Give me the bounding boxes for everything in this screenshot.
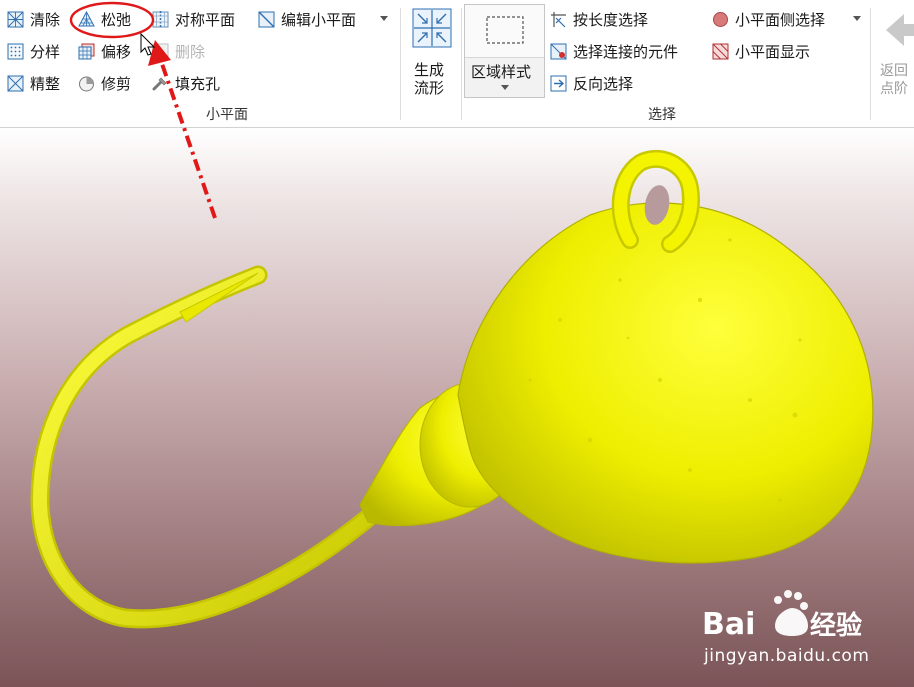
fill-hole-icon (152, 77, 167, 90)
relax-button[interactable]: 松弛 (78, 6, 131, 32)
delete-button[interactable]: 删除 (152, 38, 205, 64)
watermark-url: jingyan.baidu.com (704, 646, 870, 666)
group-separator (870, 8, 871, 120)
hook-shaft (30, 265, 385, 629)
relax-icon (78, 10, 95, 26)
facet-side-select-label: 小平面侧选择 (735, 10, 826, 29)
facet-display-icon (712, 43, 729, 59)
watermark-brand: Bai (702, 607, 755, 642)
watermark-brand-cn: 经验 (810, 610, 862, 641)
facet-display-button[interactable]: 小平面显示 (712, 38, 810, 64)
fill-hole-button[interactable]: 填充孔 (152, 70, 220, 96)
trim-label: 修剪 (101, 74, 132, 93)
delete-label: 删除 (175, 42, 206, 61)
clean-label: 清除 (30, 10, 61, 29)
back-to-point-stage-button[interactable]: 返回 点阶 (876, 6, 914, 98)
region-style-preview (465, 5, 544, 58)
region-style-label: 区域样式 (471, 63, 532, 81)
region-style-dropdown-arrow-icon (501, 85, 509, 90)
refine-button[interactable]: 精整 (7, 70, 60, 96)
select-by-length-icon (551, 11, 566, 27)
sinker-body (457, 202, 874, 564)
back-label-line2: 点阶 (880, 81, 908, 97)
reverse-select-label: 反向选择 (573, 74, 634, 93)
fill-hole-label: 填充孔 (175, 74, 221, 93)
trim-button[interactable]: 修剪 (78, 70, 131, 96)
edit-facet-icon (258, 11, 275, 27)
clean-button[interactable]: 清除 (7, 6, 60, 32)
select-connected-icon (550, 43, 567, 59)
back-label-line1: 返回 (880, 63, 908, 79)
select-connected-label: 选择连接的元件 (573, 42, 679, 61)
edit-facet-button[interactable]: 编辑小平面 (258, 6, 356, 32)
offset-icon (78, 43, 95, 59)
facet-side-select-button[interactable]: 小平面侧选择 (712, 6, 825, 32)
offset-label: 偏移 (101, 42, 132, 61)
facet-display-label: 小平面显示 (735, 42, 811, 61)
generate-manifold-icon (412, 8, 452, 48)
select-by-length-button[interactable]: 按长度选择 (550, 6, 648, 32)
sample-icon (7, 43, 24, 59)
sample-label: 分样 (30, 42, 61, 61)
offset-button[interactable]: 偏移 (78, 38, 131, 64)
reverse-select-icon (550, 75, 567, 91)
delete-icon (152, 43, 169, 59)
facet-side-select-dropdown-arrow-icon[interactable] (853, 16, 861, 21)
dashed-rectangle-selection-icon (486, 16, 524, 44)
select-group-label: 选择 (648, 107, 676, 123)
refine-icon (7, 75, 24, 91)
group-separator (400, 8, 401, 120)
relax-label: 松弛 (101, 10, 132, 29)
facet-side-select-icon (713, 11, 728, 27)
ribbon-toolbar: 清除 松弛 对称平面 编辑小平面 分样 偏移 删除 精整 修剪 填充孔 小平面 … (0, 0, 914, 128)
symmetry-plane-icon (152, 10, 169, 28)
select-by-length-label: 按长度选择 (573, 10, 649, 29)
edit-facet-dropdown-arrow-icon[interactable] (380, 16, 388, 21)
refine-label: 精整 (30, 74, 61, 93)
back-arrow-icon (886, 14, 914, 46)
facet-group-label: 小平面 (206, 107, 248, 123)
edit-facet-label: 编辑小平面 (281, 10, 357, 29)
baidu-jingyan-watermark-logo: Bai 经验 (702, 590, 862, 642)
reverse-select-button[interactable]: 反向选择 (550, 70, 633, 96)
sample-button[interactable]: 分样 (7, 38, 60, 64)
group-separator (461, 8, 462, 120)
symmetry-plane-label: 对称平面 (175, 10, 236, 29)
generate-manifold-label-line2: 流形 (414, 79, 445, 97)
select-connected-button[interactable]: 选择连接的元件 (550, 38, 678, 64)
region-style-dropdown[interactable]: 区域样式 (464, 4, 545, 98)
symmetry-plane-button[interactable]: 对称平面 (152, 6, 235, 32)
trim-icon (79, 76, 94, 91)
generate-manifold-button[interactable]: 生成 流形 (406, 6, 458, 98)
clean-icon (7, 11, 24, 27)
model-viewport[interactable]: Bai 经验 jingyan.baidu.com (0, 128, 914, 687)
